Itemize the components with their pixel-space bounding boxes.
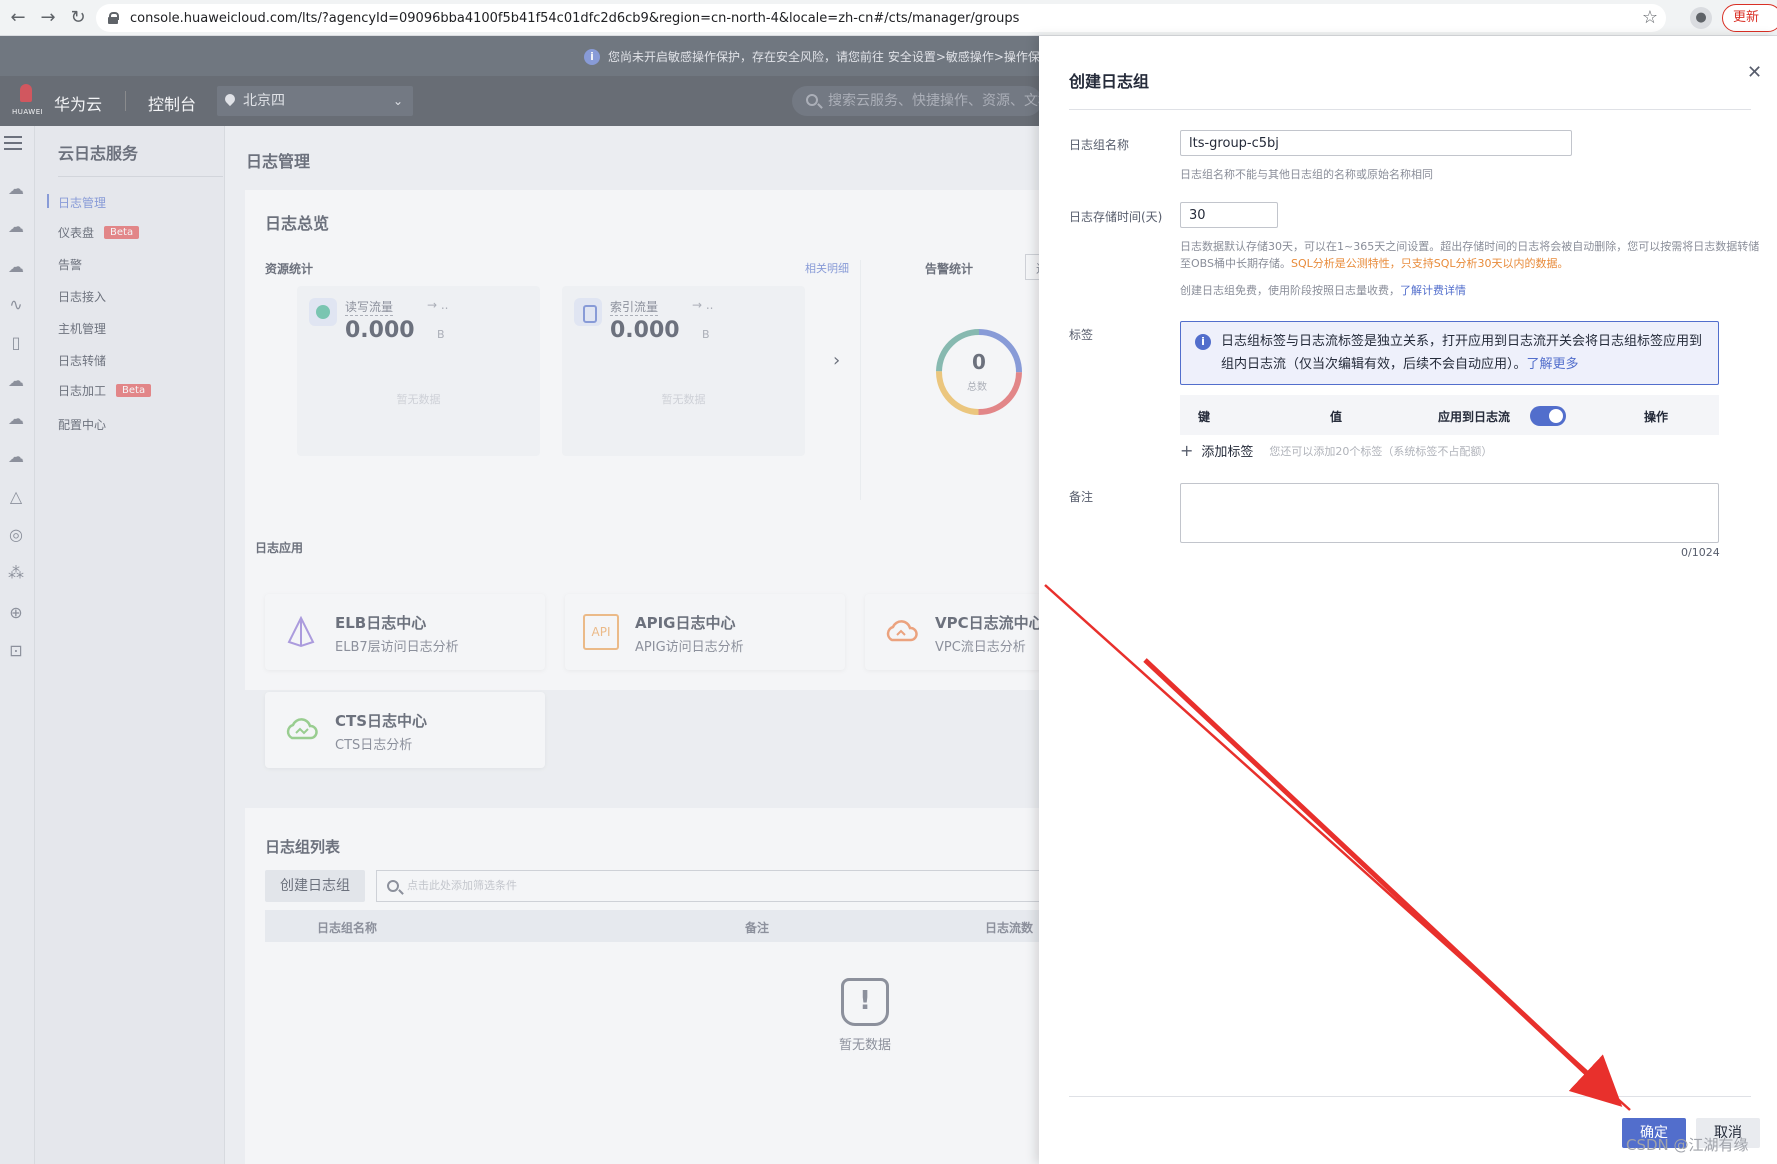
drawer-title: 创建日志组 (1069, 72, 1150, 91)
browser-toolbar: ← → ↻ console.huaweicloud.com/lts/?agenc… (0, 0, 1777, 36)
lock-icon (108, 12, 119, 24)
column-key: 键 (1198, 410, 1211, 424)
footer-divider (1069, 1096, 1751, 1097)
create-log-group-drawer: 创建日志组 ✕ 日志组名称 日志组名称不能与其他日志组的名称或原始名称相同 日志… (1039, 36, 1777, 1164)
address-bar[interactable]: console.huaweicloud.com/lts/?agencyId=09… (96, 4, 1666, 32)
tag-label: 标签 (1069, 328, 1094, 342)
profile-icon[interactable]: ● (1690, 7, 1712, 29)
plus-icon: + (1180, 441, 1194, 460)
add-tag-hint: 您还可以添加20个标签（系统标签不占配额） (1269, 444, 1493, 458)
bookmark-star-icon[interactable]: ☆ (1642, 7, 1658, 28)
billing-detail-link[interactable]: 了解计费详情 (1400, 284, 1466, 297)
learn-more-link[interactable]: 了解更多 (1527, 357, 1579, 372)
apply-to-stream-toggle[interactable] (1530, 406, 1566, 426)
drawer-divider (1069, 109, 1751, 110)
browser-update-button[interactable]: 更新 (1722, 4, 1777, 32)
forward-icon[interactable]: → (36, 6, 60, 30)
modal-backdrop[interactable] (0, 36, 1040, 1164)
info-icon: i (1195, 334, 1211, 350)
add-tag-button[interactable]: + 添加标签 您还可以添加20个标签（系统标签不占配额） (1180, 441, 1492, 460)
tag-table-header: 键 值 应用到日志流 操作 (1180, 395, 1719, 435)
billing-hint: 创建日志组免费，使用阶段按照日志量收费，了解计费详情 (1180, 284, 1466, 297)
column-apply: 应用到日志流 (1438, 410, 1511, 424)
retention-label: 日志存储时间(天) (1069, 210, 1163, 224)
log-group-name-input[interactable] (1180, 130, 1572, 156)
retention-days-input[interactable] (1180, 202, 1278, 228)
retention-hint: 日志数据默认存储30天，可以在1~365天之间设置。超出存储时间的日志将会被自动… (1180, 240, 1760, 270)
log-group-name-label: 日志组名称 (1069, 138, 1130, 152)
sql-warning: SQL分析是公测特性，只支持SQL分析30天以内的数据。 (1291, 257, 1569, 270)
watermark: CSDN @江湖有缘 (1626, 1136, 1749, 1154)
column-action: 操作 (1644, 410, 1669, 424)
close-icon[interactable]: ✕ (1747, 62, 1762, 83)
remark-counter: 0/1024 (1681, 546, 1720, 559)
url-text: console.huaweicloud.com/lts/?agencyId=09… (130, 10, 1020, 26)
remark-label: 备注 (1069, 490, 1094, 504)
column-value: 值 (1330, 410, 1343, 424)
reload-icon[interactable]: ↻ (66, 6, 90, 30)
remark-textarea[interactable] (1180, 483, 1719, 543)
tag-info-alert: i 日志组标签与日志流标签是独立关系，打开应用到日志流开关会将日志组标签应用到组… (1180, 321, 1719, 385)
name-hint: 日志组名称不能与其他日志组的名称或原始名称相同 (1180, 168, 1433, 181)
back-icon[interactable]: ← (6, 6, 30, 30)
